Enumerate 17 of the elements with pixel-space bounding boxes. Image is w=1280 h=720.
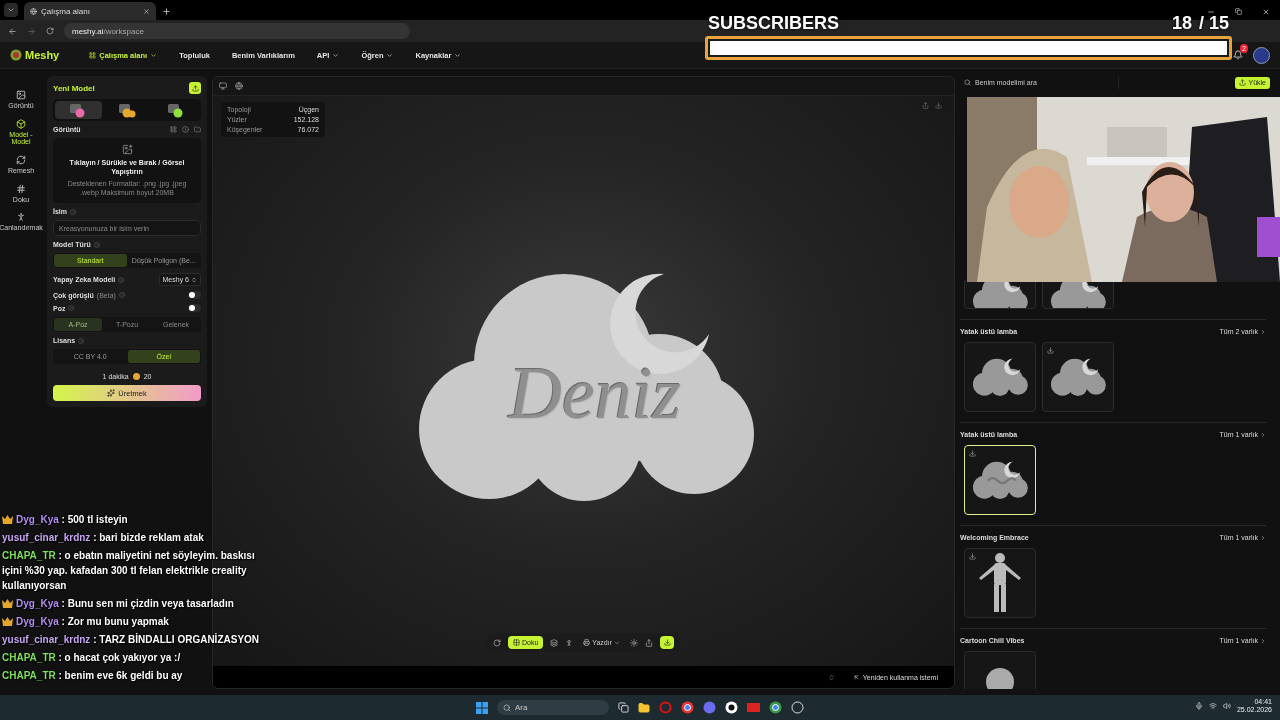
chat-message: CHAPA_TR : o ebatın maliyetini net söyleyim. baskısı içini %30 yap. kafadan 300 tl felan elektrikle creality kullanıyorsan	[2, 549, 256, 593]
model-text: Deniz	[508, 350, 682, 436]
address-bar[interactable]: meshy.ai/workspace	[64, 23, 410, 39]
panel-title: Yeni Model	[53, 83, 95, 93]
chat-message: yusuf_cinar_krdnz : bari bizde reklam atak	[2, 531, 204, 545]
chat-message: CHAPA_TR : benim eve 6k geldi bu ay	[2, 669, 183, 683]
logo: Meshy	[25, 49, 60, 61]
chat-message: Dyg_Kya : Bunu sen mi çizdin veya tasarladın	[16, 597, 234, 611]
taskbar-search[interactable]: Ara	[497, 700, 609, 715]
subscriber-label: SUBSCRIBERS	[708, 13, 840, 34]
chat-message: Dyg_Kya : Zor mu bunu yapmak	[16, 615, 169, 629]
chat-message: CHAPA_TR : o hacat çok yakıyor ya :/	[2, 651, 181, 665]
subscriber-goal: / 15	[1198, 13, 1229, 34]
chat-message: Dyg_Kya : 500 tl isteyin	[16, 513, 128, 527]
chat-message: yusuf_cinar_krdnz : TARZ BİNDALLI ORGANİZASYON	[2, 632, 260, 647]
subscriber-count: 18	[1171, 13, 1192, 34]
browser-tab[interactable]: Çalışma alanı	[24, 2, 156, 20]
